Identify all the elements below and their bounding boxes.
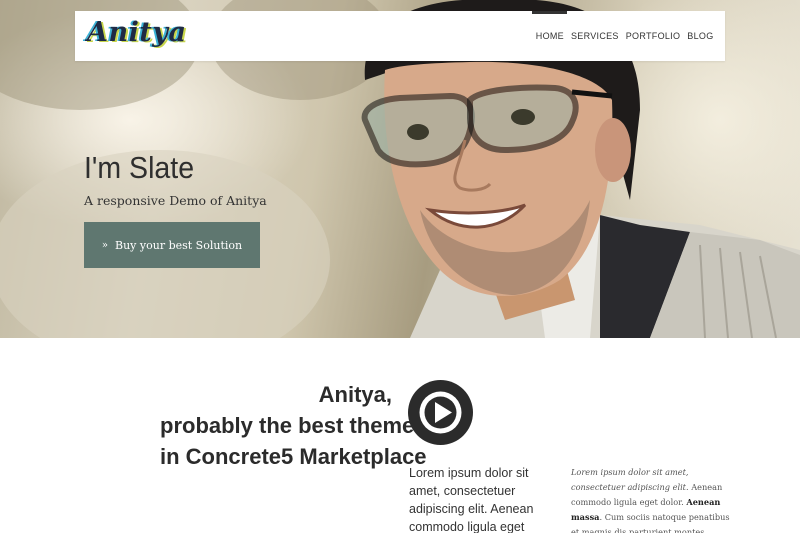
nav-item-home[interactable]: HOME (532, 11, 568, 61)
double-chevron-right-icon: » (101, 239, 109, 251)
headline-line-2: probably the best theme (160, 413, 415, 438)
side-paragraph-italic: Lorem ipsum dolor sit amet, consectetuer… (571, 467, 689, 492)
nav-item-blog[interactable]: BLOG (684, 11, 717, 61)
play-video-button[interactable] (408, 380, 473, 445)
nav-item-services[interactable]: SERVICES (567, 11, 622, 61)
top-navigation-bar: Anitya HOME SERVICES PORTFOLIO BLOG (75, 11, 725, 61)
intro-paragraph: Lorem ipsum dolor sit amet, consectetuer… (409, 466, 534, 533)
main-menu: HOME SERVICES PORTFOLIO BLOG (532, 11, 717, 61)
headline: Anitya, probably the best theme in Concr… (160, 379, 427, 472)
play-circle-icon (419, 391, 462, 434)
nav-item-portfolio[interactable]: PORTFOLIO (622, 11, 684, 61)
side-paragraph: Lorem ipsum dolor sit amet, consectetuer… (571, 465, 731, 533)
headline-line-3: in Concrete5 Marketplace (160, 444, 427, 469)
site-logo[interactable]: Anitya (87, 17, 187, 51)
headline-line-1: Anitya, (318, 382, 392, 407)
buy-solution-button[interactable]: » Buy your best Solution (84, 222, 260, 268)
hero-title: I'm Slate (84, 150, 195, 185)
cta-label: Buy your best Solution (115, 238, 243, 252)
hero-subtitle: A responsive Demo of Anitya (84, 193, 267, 208)
